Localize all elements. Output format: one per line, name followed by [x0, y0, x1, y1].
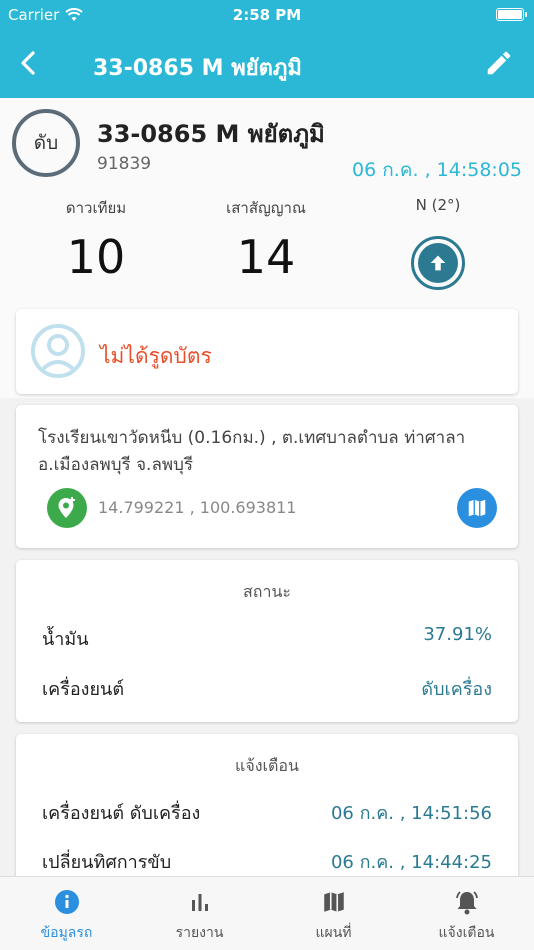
satellite-value: 10: [66, 230, 126, 284]
vehicle-id: 91839: [97, 154, 152, 174]
satellite-label: ดาวเทียม: [65, 199, 127, 217]
alert-item-time: 06 ก.ค. , 14:44:25: [330, 852, 492, 873]
bell-icon: [453, 888, 481, 916]
tab-map[interactable]: แผนที่: [267, 877, 400, 950]
engine-status-badge: ดับ: [12, 109, 80, 177]
status-bar: Carrier 2:58 PM: [0, 0, 534, 30]
back-arrow-icon[interactable]: [14, 48, 44, 78]
engine-value: ดับเครื่อง: [421, 679, 492, 700]
signal-label: เสาสัญญาณ: [226, 199, 306, 217]
alert-item-label: เปลี่ยนทิศการขับ: [42, 852, 172, 873]
info-icon: [53, 888, 81, 916]
signal-value: 14: [236, 230, 296, 284]
engine-label: เครื่องยนต์: [42, 679, 125, 700]
status-card-title: สถานะ: [243, 582, 291, 601]
driver-card-status: ไม่ได้รูดบัตร: [100, 344, 212, 368]
clock: 2:58 PM: [232, 6, 302, 24]
alert-item-time: 06 ก.ค. , 14:51:56: [330, 803, 492, 824]
pencil-icon[interactable]: [484, 48, 514, 78]
tab-report[interactable]: รายงาน: [133, 877, 266, 950]
tab-label: แผนที่: [315, 925, 352, 941]
user-avatar-icon: [31, 324, 85, 378]
fuel-label: น้ำมัน: [42, 629, 89, 650]
alert-item-label: เครื่องยนต์ ดับเครื่อง: [42, 803, 201, 824]
location-address: โรงเรียนเขาวัดหนีบ (0.16กม.) , ต.เทศบาลต…: [38, 428, 466, 475]
battery-icon: [496, 8, 527, 21]
nav-bar: 33-0865 M พยัตภูมิ: [0, 30, 534, 98]
add-location-pin-icon[interactable]: [47, 488, 87, 528]
last-update-time: 06 ก.ค. , 14:58:05: [352, 159, 522, 181]
page-title: 33-0865 M พยัตภูมิ: [93, 56, 302, 81]
bar-chart-icon: [186, 888, 214, 916]
alert-card-title: แจ้งเตือน: [235, 756, 299, 775]
fuel-value: 37.91%: [423, 624, 492, 645]
status-card: สถานะ น้ำมัน 37.91% เครื่องยนต์ ดับเครื่…: [16, 560, 518, 722]
map-icon: [320, 888, 348, 916]
driver-card[interactable]: ไม่ได้รูดบัตร: [16, 309, 518, 394]
tab-label: ข้อมูลรถ: [40, 925, 93, 941]
vehicle-name: 33-0865 M พยัตภูมิ: [97, 120, 325, 148]
location-coordinates: 14.799221 , 100.693811: [98, 498, 297, 517]
tab-alerts[interactable]: แจ้งเตือน: [400, 877, 533, 950]
open-map-button[interactable]: [457, 488, 497, 528]
engine-status-text: ดับ: [33, 132, 59, 154]
alert-card: แจ้งเตือน เครื่องยนต์ ดับเครื่อง 06 ก.ค.…: [16, 734, 518, 894]
location-card: โรงเรียนเขาวัดหนีบ (0.16กม.) , ต.เทศบาลต…: [16, 405, 518, 548]
map-icon: [468, 499, 486, 517]
compass-arrow-icon: [411, 236, 465, 290]
tab-vehicle-info[interactable]: ข้อมูลรถ: [0, 877, 133, 950]
tab-label: รายงาน: [175, 925, 224, 941]
heading-label: N (2°): [415, 196, 461, 214]
tab-bar: ข้อมูลรถ รายงาน แผนที่ แจ้งเตือน: [0, 876, 534, 950]
tab-label: แจ้งเตือน: [438, 925, 495, 941]
